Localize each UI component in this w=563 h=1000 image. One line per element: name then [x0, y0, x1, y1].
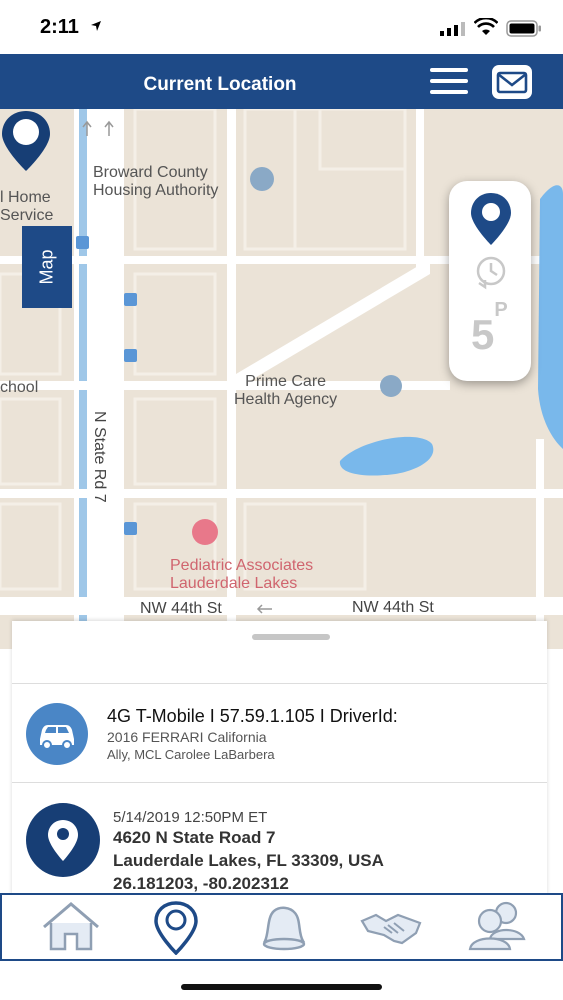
vehicle-owner: Ally, MCL Carolee LaBarbera	[107, 747, 275, 762]
parking-count[interactable]: 5P	[471, 299, 508, 356]
map-side-panel: 5P	[449, 181, 531, 381]
tab-deals[interactable]	[358, 899, 424, 955]
handshake-icon	[360, 913, 422, 945]
map-label-school: chool	[0, 379, 39, 396]
map-toggle-tab[interactable]: Map	[22, 226, 72, 308]
wifi-icon	[474, 18, 498, 35]
tab-alerts[interactable]	[250, 899, 316, 955]
address-line1: 4620 N State Road 7	[113, 828, 276, 847]
map-label-pediatric: Pediatric Associates Lauderdale Lakes	[170, 557, 314, 592]
bottom-tab-bar	[0, 893, 563, 961]
vehicle-title: 4G T-Mobile I 57.59.1.105 I DriverId:	[107, 706, 398, 726]
details-sheet: 4G T-Mobile I 57.59.1.105 I DriverId: 20…	[12, 621, 547, 896]
divider	[12, 782, 547, 783]
home-indicator[interactable]	[181, 984, 382, 990]
menu-button[interactable]	[430, 68, 470, 96]
map-label-nw44-left: NW 44th St	[140, 600, 222, 617]
bell-icon	[262, 906, 306, 951]
status-bar: 2:11	[0, 0, 563, 54]
vehicle-avatar	[26, 703, 88, 765]
map-view[interactable]: Broward County Housing Authority l Home …	[0, 109, 563, 649]
map-label-nw44-right: NW 44th St	[352, 599, 434, 616]
status-time: 2:11	[40, 16, 79, 38]
divider	[12, 683, 547, 684]
location-pin-icon[interactable]	[469, 191, 513, 247]
vehicle-model: 2016 FERRARI California	[107, 729, 267, 745]
mail-icon	[496, 71, 528, 94]
coordinates: 26.181203, -80.202312	[113, 874, 289, 893]
map-label-state-rd: N State Rd 7	[91, 411, 108, 503]
map-pin-icon	[48, 820, 78, 861]
location-timestamp: 5/14/2019 12:50PM ET	[113, 809, 268, 826]
map-label-housing: Broward County Housing Authority	[93, 164, 219, 199]
app-header: Current Location	[0, 54, 563, 109]
sheet-grabber[interactable]	[252, 634, 330, 640]
location-arrow-icon	[91, 21, 101, 31]
car-icon	[40, 725, 74, 750]
cell-signal-icon	[440, 22, 465, 36]
tab-users[interactable]	[464, 899, 530, 955]
address-line2: Lauderdale Lakes, FL 33309, USA	[113, 851, 384, 870]
vehicle-location-pin-icon[interactable]	[0, 109, 52, 173]
page-title: Current Location	[143, 74, 297, 95]
location-pin-icon	[154, 901, 198, 956]
map-label-prime-care: Prime Care Health Agency	[234, 373, 338, 408]
location-avatar	[26, 803, 100, 877]
users-icon	[468, 901, 526, 951]
hamburger-menu-icon	[430, 68, 468, 72]
mail-button[interactable]	[492, 65, 532, 99]
history-clock-icon[interactable]	[471, 253, 511, 293]
map-label-home-service: l Home Service	[0, 189, 54, 224]
battery-icon	[506, 20, 541, 37]
tab-location[interactable]	[143, 899, 209, 956]
home-icon	[43, 902, 99, 951]
tab-home[interactable]	[38, 899, 104, 955]
